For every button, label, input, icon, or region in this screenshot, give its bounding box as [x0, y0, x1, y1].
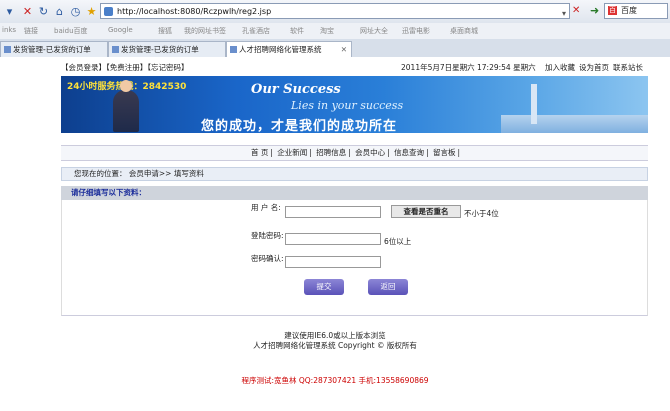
bookmarks-bar: inks 链接 baidu百度 Google 搜狐 我的网址书签 孔雀酒店 软件…	[0, 23, 670, 40]
check-duplicate-button[interactable]: 查看是否重名	[391, 205, 461, 218]
address-bar[interactable]: http://localhost:8080/Rczpwlh/reg2.jsp ▾	[100, 3, 570, 19]
test-contact-note: 程序测试:宽鱼林 QQ:287307421 手机:13558690869	[241, 376, 429, 385]
page-favicon-icon	[104, 7, 113, 16]
nav-query[interactable]: 信息查询	[394, 148, 424, 157]
bookmark-item[interactable]: 网址大全	[360, 26, 388, 36]
tab-label: 发货管理-已发货的订单	[13, 45, 91, 54]
set-homepage-link[interactable]: 设为首页	[579, 61, 609, 75]
page-content: 【会员登录】【免费注册】【忘记密码】 2011年5月7日星期六 17:29:54…	[0, 57, 670, 411]
search-box[interactable]: 百 百度	[604, 3, 668, 19]
address-text: http://localhost:8080/Rczpwlh/reg2.jsp	[117, 7, 272, 16]
nav-jobs[interactable]: 招聘信息	[316, 148, 346, 157]
history-icon[interactable]: ◷	[68, 4, 83, 19]
tab-page-icon	[112, 46, 119, 53]
back-button[interactable]: 返回	[368, 279, 408, 295]
password-input[interactable]	[285, 233, 381, 245]
tab-page-icon	[4, 46, 11, 53]
section-title: 请仔细填写以下资料：	[61, 186, 648, 200]
city-skyline-illustration	[501, 115, 648, 133]
password-label: 登陆密码:	[251, 231, 284, 240]
member-links[interactable]: 【会员登录】【免费注册】【忘记密码】	[61, 61, 189, 75]
banner-slogan: 您的成功，才是我们的成功所在	[201, 119, 398, 133]
star-icon[interactable]: ★	[84, 4, 99, 19]
tab-page-icon	[230, 46, 237, 53]
bookmark-item[interactable]: 孔雀酒店	[242, 26, 270, 36]
stop-load-icon[interactable]: ✕	[572, 5, 580, 16]
back-arrow-icon[interactable]: ▾	[2, 4, 17, 19]
breadcrumb: 您现在的位置： 会员申请>> 填写资料	[61, 167, 648, 181]
stop-icon[interactable]: ✕	[20, 4, 35, 19]
site-banner: 24小时服务热线：2842530 Our Success Lies in you…	[61, 76, 648, 133]
add-favorite-link[interactable]: 加入收藏	[545, 61, 575, 75]
banner-en-line2: Lies in your success	[291, 99, 404, 112]
nav-guestbook[interactable]: 留言板	[433, 148, 456, 157]
go-icon[interactable]: ➜	[590, 4, 599, 17]
submit-button[interactable]: 提交	[304, 279, 344, 295]
bookmark-item[interactable]: 链接	[24, 26, 38, 36]
bookmark-item[interactable]: 我的网址书签	[184, 26, 226, 36]
password-hint: 6位以上	[384, 237, 412, 246]
copyright-text: 人才招聘网络化管理系统 Copyright © 版权所有	[253, 341, 417, 350]
registration-form: 用 户 名: 查看是否重名 不小于4位 登陆密码: 6位以上 密码确认: 提交 …	[61, 200, 648, 316]
tab-orders-2[interactable]: 发货管理-已发货的订单	[108, 41, 226, 57]
nav-member-center[interactable]: 会员中心	[355, 148, 385, 157]
tab-label: 发货管理-已发货的订单	[121, 45, 199, 54]
confirm-label: 密码确认:	[251, 254, 284, 263]
baidu-icon: 百	[608, 6, 617, 15]
bookmark-item[interactable]: 搜狐	[158, 26, 172, 36]
tab-recruitment-system[interactable]: 人才招聘网络化管理系统 ✕	[226, 41, 352, 57]
dropdown-arrow-icon[interactable]: ▾	[562, 6, 566, 22]
tab-orders-1[interactable]: 发货管理-已发货的订单	[0, 41, 108, 57]
home-icon[interactable]: ⌂	[52, 4, 67, 19]
refresh-icon[interactable]: ↻	[36, 4, 51, 19]
bookmark-item[interactable]: Google	[108, 26, 133, 34]
contact-link[interactable]: 联系站长	[613, 61, 643, 75]
confirm-password-input[interactable]	[285, 256, 381, 268]
bookmark-item[interactable]: 迅雷电影	[402, 26, 430, 36]
top-links-bar: 【会员登录】【免费注册】【忘记密码】 2011年5月7日星期六 17:29:54…	[61, 61, 648, 75]
bookmark-item[interactable]: 淘宝	[320, 26, 334, 36]
main-nav: 首 页 | 企业新闻 | 招聘信息 | 会员中心 | 信息查询 | 留言板 |	[61, 145, 648, 161]
banner-en-line1: Our Success	[251, 82, 341, 97]
nav-news[interactable]: 企业新闻	[277, 148, 307, 157]
username-label: 用 户 名:	[251, 203, 281, 212]
bookmark-item[interactable]: 软件	[290, 26, 304, 36]
browser-toolbar: ▾ ✕ ↻ ⌂ ◷ ★ http://localhost:8080/Rczpwl…	[0, 0, 670, 24]
username-input[interactable]	[285, 206, 381, 218]
tab-strip: 发货管理-已发货的订单 发货管理-已发货的订单 人才招聘网络化管理系统 ✕	[0, 39, 670, 58]
bookmark-item[interactable]: baidu百度	[54, 26, 88, 36]
close-tab-icon[interactable]: ✕	[341, 42, 347, 57]
tower-illustration	[531, 84, 537, 124]
bookmark-item[interactable]: inks	[2, 26, 16, 34]
bookmark-item[interactable]: 桌面商城	[450, 26, 478, 36]
banner-person-illustration	[113, 80, 139, 132]
username-hint: 不小于4位	[464, 209, 499, 218]
tab-label: 人才招聘网络化管理系统	[239, 45, 322, 54]
search-engine-name: 百度	[621, 6, 637, 15]
datetime-text: 2011年5月7日星期六 17:29:54 星期六	[401, 63, 536, 72]
nav-home[interactable]: 首 页	[251, 148, 268, 157]
